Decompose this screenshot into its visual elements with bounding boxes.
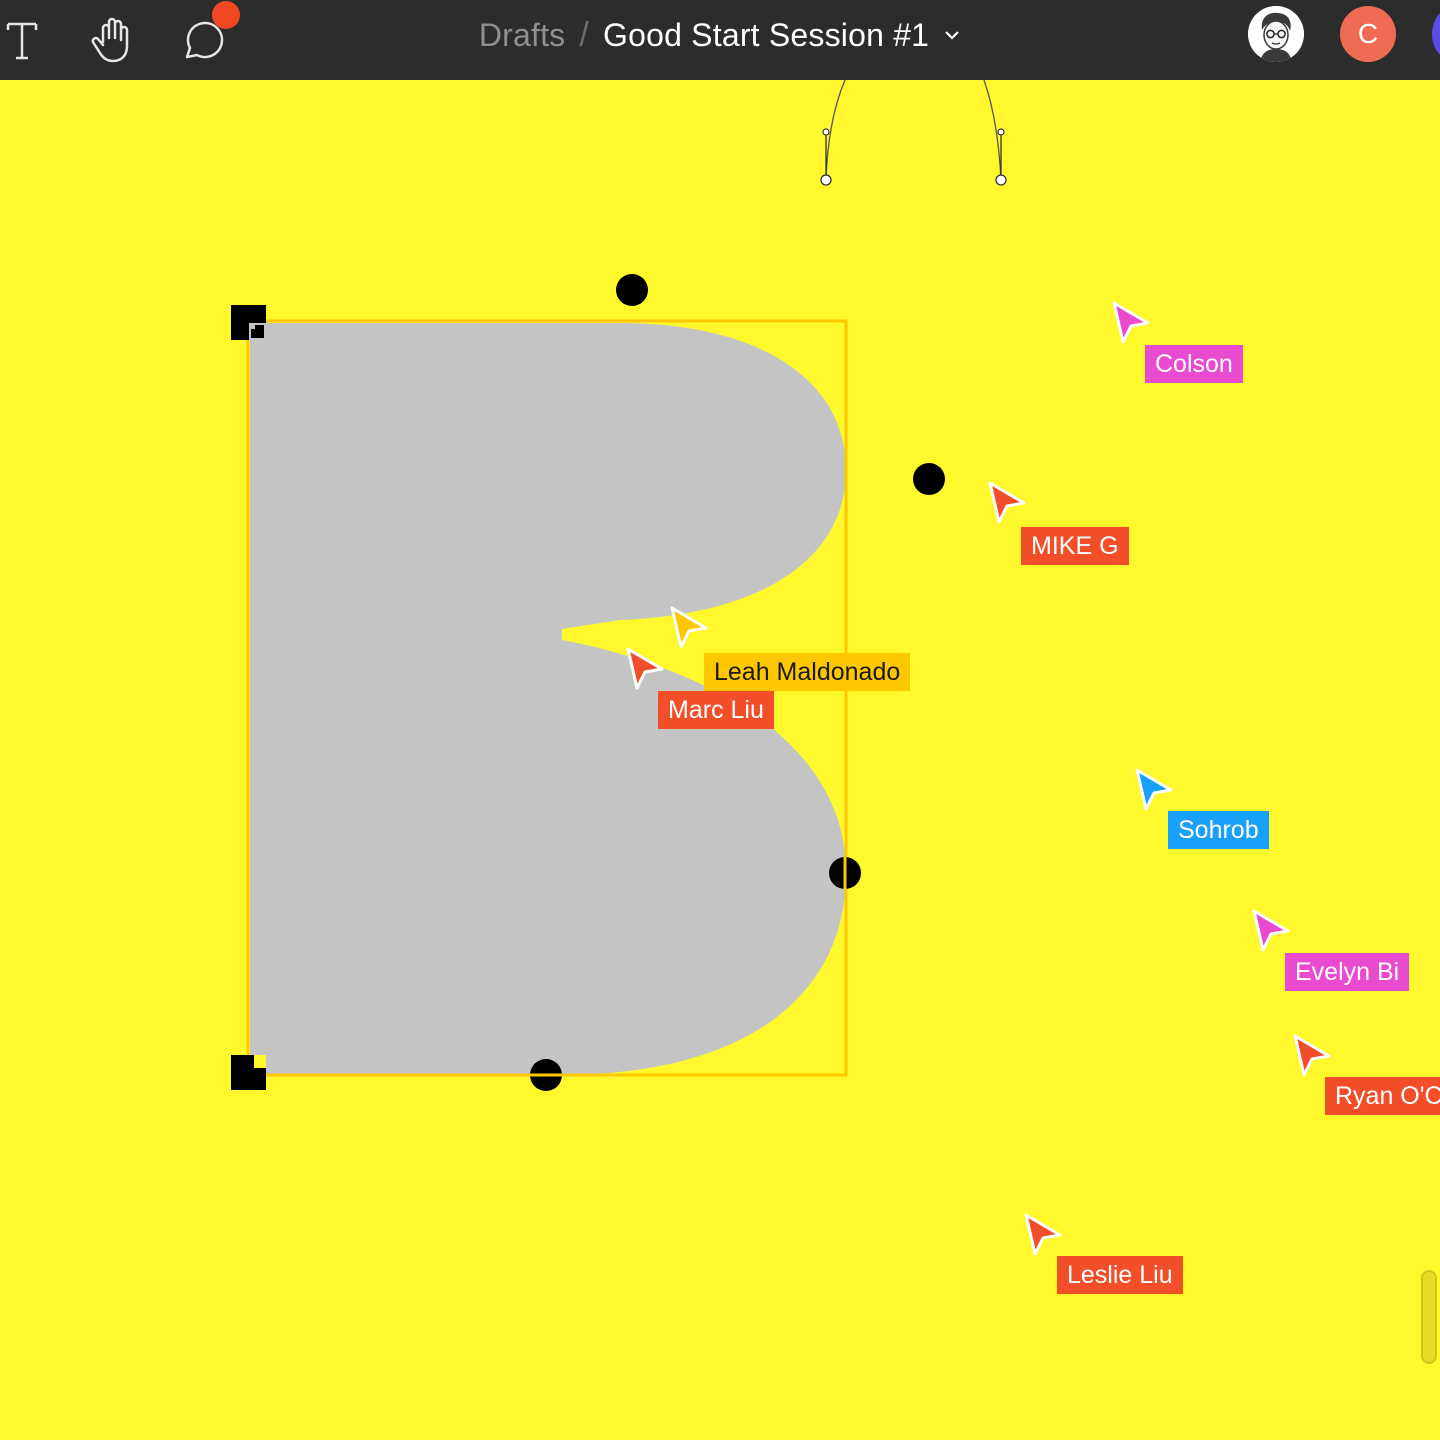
control-point[interactable]: [913, 463, 945, 495]
top-toolbar: Drafts / Good Start Session #1 C: [0, 0, 1440, 80]
handle-point[interactable]: [995, 174, 1007, 186]
control-point[interactable]: [616, 274, 648, 306]
collaborator-label: Leah Maldonado: [704, 653, 911, 691]
cursor-pointer-icon: [988, 481, 1026, 524]
cursor-pointer-icon: [1024, 1213, 1062, 1256]
cursor-pointer-icon: [1293, 1034, 1331, 1077]
design-canvas[interactable]: Colson MIKE G Leah Maldonado Marc Liu So…: [0, 80, 1440, 1440]
collaborator-label: Ryan O'C: [1325, 1077, 1440, 1115]
anchor-point[interactable]: [822, 128, 830, 136]
breadcrumb: Drafts / Good Start Session #1: [0, 0, 1440, 70]
collaborator-label: MIKE G: [1021, 527, 1129, 565]
collaborator-label: Evelyn Bi: [1285, 953, 1410, 991]
collaborator-label: Sohrob: [1168, 811, 1269, 849]
file-title[interactable]: Good Start Session #1: [603, 17, 929, 54]
cursor-pointer-icon: [1252, 909, 1290, 952]
vertical-scrollbar[interactable]: [1421, 1270, 1437, 1364]
cursor-pointer-icon: [1135, 768, 1173, 811]
breadcrumb-separator: /: [579, 15, 590, 54]
selection-corner-handle-top-left[interactable]: [231, 305, 266, 340]
anchor-point[interactable]: [997, 128, 1005, 136]
vector-canvas: [231, 80, 1007, 1091]
cursor-pointer-icon: [1112, 301, 1150, 344]
handle-point[interactable]: [820, 174, 832, 186]
cursor-pointer-icon: [626, 647, 664, 690]
collaborator-label: Marc Liu: [658, 691, 774, 729]
collaborator-label: Leslie Liu: [1057, 1256, 1183, 1294]
user-portrait-avatar: [1248, 6, 1304, 62]
current-user-avatar[interactable]: [1248, 6, 1304, 62]
collaborator-label: Colson: [1145, 345, 1243, 383]
chevron-down-icon: [945, 31, 959, 40]
file-menu-chevron[interactable]: [943, 29, 961, 41]
collaborator-avatar[interactable]: C: [1340, 6, 1396, 62]
cursor-pointer-icon: [670, 606, 708, 649]
selection-corner-handle-bottom-left[interactable]: [231, 1055, 266, 1090]
breadcrumb-drafts-link[interactable]: Drafts: [479, 17, 566, 54]
